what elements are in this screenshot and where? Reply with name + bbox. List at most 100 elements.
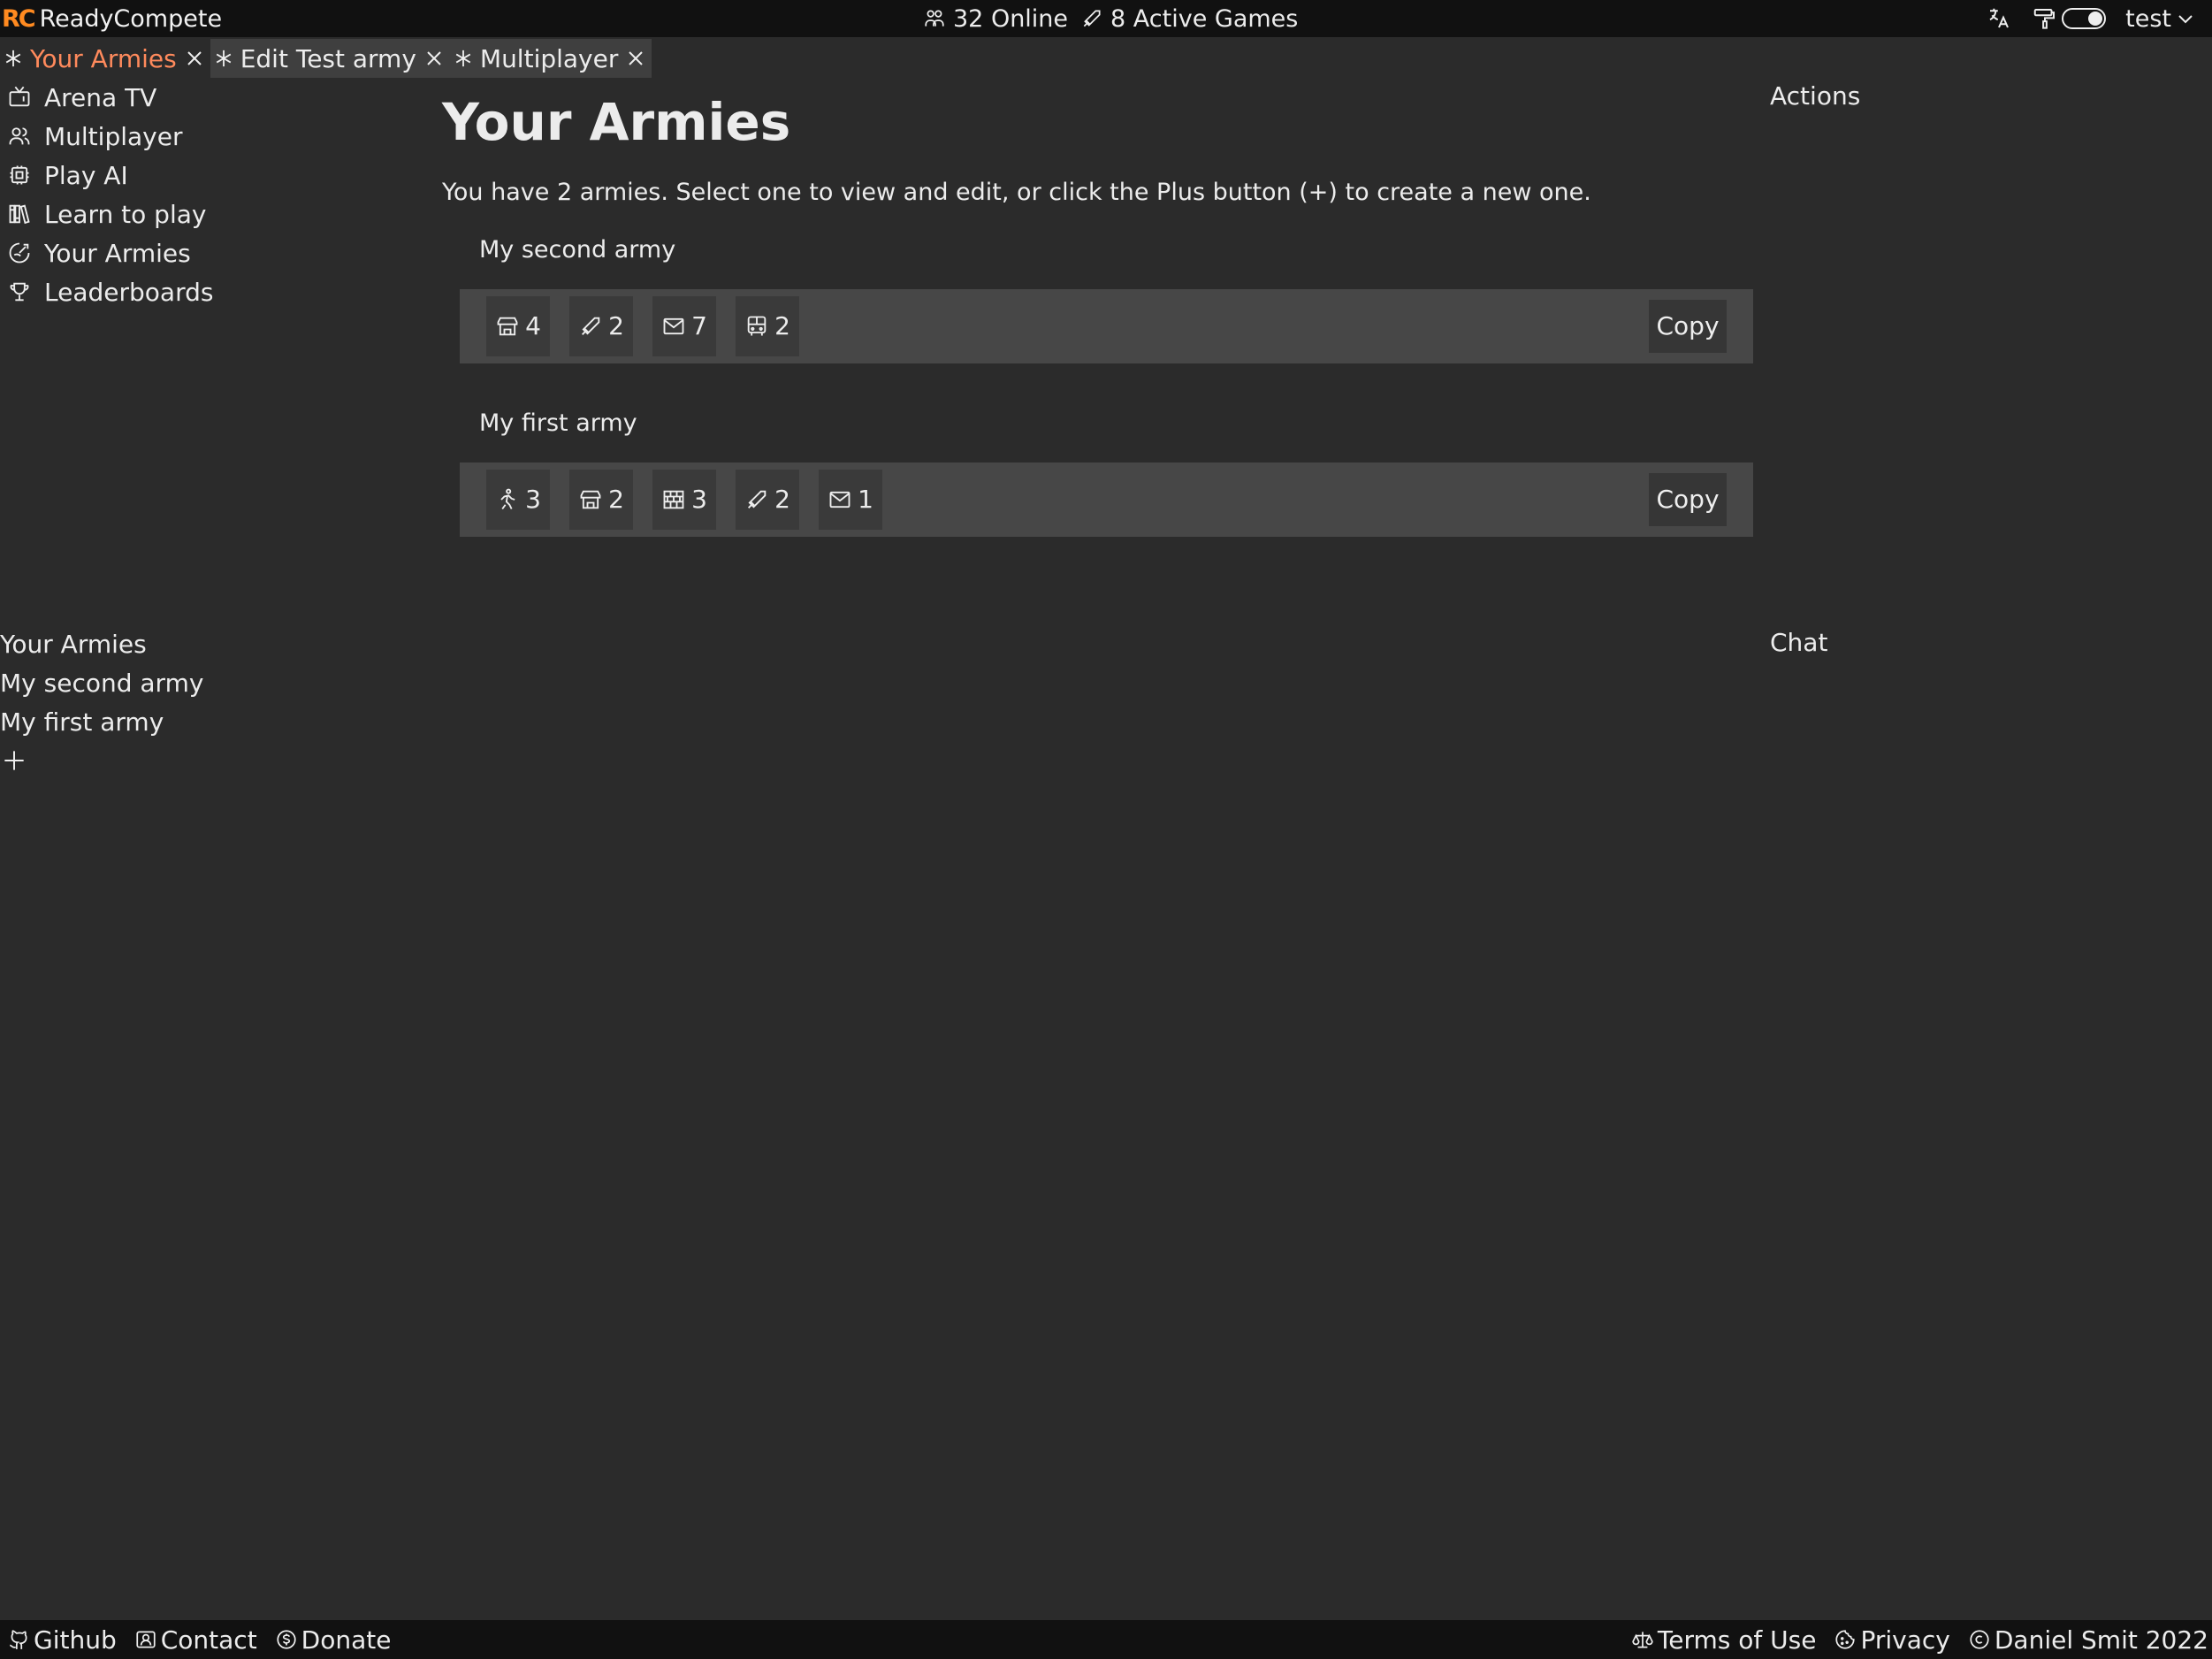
copy-button[interactable]: Copy	[1649, 472, 1727, 526]
users-icon	[7, 124, 32, 149]
tv-icon	[7, 85, 32, 110]
page-title: Your Armies	[442, 92, 791, 152]
nav-label: Learn to play	[44, 199, 207, 229]
copy-button[interactable]: Copy	[1649, 299, 1727, 353]
github-icon	[7, 1628, 30, 1651]
unit-chip: 4	[486, 295, 550, 356]
nav-item-learn-to-play[interactable]: Learn to play	[7, 195, 213, 233]
main-navigation: Arena TV Multiplayer Play AI Learn to pl…	[7, 78, 213, 311]
privacy-link[interactable]: Privacy	[1834, 1625, 1950, 1655]
unit-count: 3	[525, 485, 541, 515]
contact-icon	[134, 1628, 157, 1651]
nav-item-multiplayer[interactable]: Multiplayer	[7, 117, 213, 156]
tab-multiplayer[interactable]: Multiplayer	[449, 39, 652, 78]
army-list-item[interactable]: My second army	[0, 663, 203, 702]
terms-label: Terms of Use	[1657, 1625, 1817, 1655]
unit-count: 2	[608, 485, 624, 515]
army-unit-bar[interactable]: 4 2 7 2 Copy	[460, 288, 1753, 363]
army-list-header: Your Armies	[0, 629, 147, 659]
nav-item-play-ai[interactable]: Play AI	[7, 156, 213, 195]
close-icon[interactable]	[625, 48, 646, 69]
building-store-icon	[578, 487, 603, 512]
bus-icon	[744, 314, 769, 339]
army-name[interactable]: My second army	[442, 233, 1759, 268]
github-link[interactable]: Github	[7, 1625, 117, 1655]
username: test	[2125, 4, 2171, 33]
army-unit-bar[interactable]: 3 2 3 2 1 Copy	[460, 462, 1753, 537]
unit-count: 1	[858, 485, 873, 515]
mail-icon	[661, 314, 686, 339]
wall-icon	[661, 487, 686, 512]
asterisk-icon	[214, 49, 233, 68]
donate-label: Donate	[301, 1625, 392, 1655]
nav-label: Arena TV	[44, 82, 157, 112]
theme-toggle[interactable]	[2032, 5, 2107, 32]
unit-count: 2	[774, 311, 790, 341]
donate-link[interactable]: Donate	[275, 1625, 392, 1655]
unit-count: 7	[691, 311, 707, 341]
main-content: Your Armies You have 2 armies. Select on…	[442, 78, 1759, 537]
tab-label: Multiplayer	[479, 43, 619, 73]
brand-logo: RC	[2, 4, 36, 33]
server-stats: 32 Online 8 Active Games	[923, 0, 1298, 37]
close-icon[interactable]	[423, 48, 445, 69]
chat-heading: Chat	[1770, 628, 1828, 657]
users-icon	[923, 7, 946, 30]
brand-name: ReadyCompete	[39, 4, 223, 33]
theme-switch[interactable]	[2062, 8, 2107, 29]
army-card[interactable]: My first army 3 2 3 2 1 Copy	[442, 406, 1759, 537]
asterisk-icon	[454, 49, 473, 68]
close-icon[interactable]	[184, 48, 205, 69]
copyright-label: Daniel Smit 2022	[1994, 1625, 2208, 1655]
copyright-icon	[1968, 1628, 1991, 1651]
terms-link[interactable]: Terms of Use	[1631, 1625, 1817, 1655]
sword-icon	[1080, 7, 1103, 30]
online-count: 32 Online	[953, 4, 1069, 33]
github-label: Github	[34, 1625, 117, 1655]
tab-label: Your Armies	[30, 43, 177, 73]
army-card[interactable]: My second army 4 2 7 2 Copy	[442, 233, 1759, 363]
coin-icon	[275, 1628, 298, 1651]
tab-your-armies[interactable]: Your Armies	[0, 39, 210, 78]
nav-item-arena-tv[interactable]: Arena TV	[7, 78, 213, 117]
brand[interactable]: RC ReadyCompete	[0, 0, 222, 37]
paint-roller-icon	[2032, 5, 2058, 32]
asterisk-icon	[4, 49, 23, 68]
mail-icon	[828, 487, 852, 512]
unit-chip: 3	[486, 469, 550, 530]
contact-link[interactable]: Contact	[134, 1625, 257, 1655]
army-icon	[7, 241, 32, 265]
add-army-button[interactable]	[0, 741, 203, 780]
active-games-count: 8 Active Games	[1110, 4, 1299, 33]
footer: Github Contact Donate Terms of Use Priva…	[0, 1620, 2212, 1659]
nav-label: Leaderboards	[44, 277, 214, 307]
unit-chip: 2	[736, 469, 799, 530]
nav-item-your-armies[interactable]: Your Armies	[7, 233, 213, 272]
cookie-icon	[1834, 1628, 1857, 1651]
user-menu[interactable]: test	[2125, 5, 2196, 33]
sword-icon	[578, 314, 603, 339]
tab-edit-test-army[interactable]: Edit Test army	[210, 39, 450, 78]
top-bar: RC ReadyCompete 32 Online 8 Active Games…	[0, 0, 2212, 37]
unit-chip: 2	[569, 469, 633, 530]
unit-count: 4	[525, 311, 541, 341]
chevron-down-icon	[2175, 8, 2196, 29]
nav-item-leaderboards[interactable]: Leaderboards	[7, 272, 213, 311]
unit-chip: 3	[652, 469, 716, 530]
sword-icon	[744, 487, 769, 512]
language-icon[interactable]	[1986, 5, 2012, 32]
tab-label: Edit Test army	[240, 43, 416, 73]
tab-strip: Your Armies Edit Test army Multiplayer	[0, 39, 652, 78]
unit-chip: 1	[819, 469, 882, 530]
army-list-item[interactable]: My first army	[0, 702, 203, 741]
army-list: Your Armies My second army My first army	[0, 624, 203, 780]
copyright-notice: Daniel Smit 2022	[1968, 1625, 2208, 1655]
cpu-icon	[7, 163, 32, 187]
privacy-label: Privacy	[1860, 1625, 1950, 1655]
nav-label: Your Armies	[44, 238, 191, 268]
army-name[interactable]: My first army	[442, 406, 1759, 441]
nav-label: Multiplayer	[44, 121, 183, 151]
unit-chip: 2	[736, 295, 799, 356]
plus-icon	[0, 746, 28, 775]
unit-count: 3	[691, 485, 707, 515]
